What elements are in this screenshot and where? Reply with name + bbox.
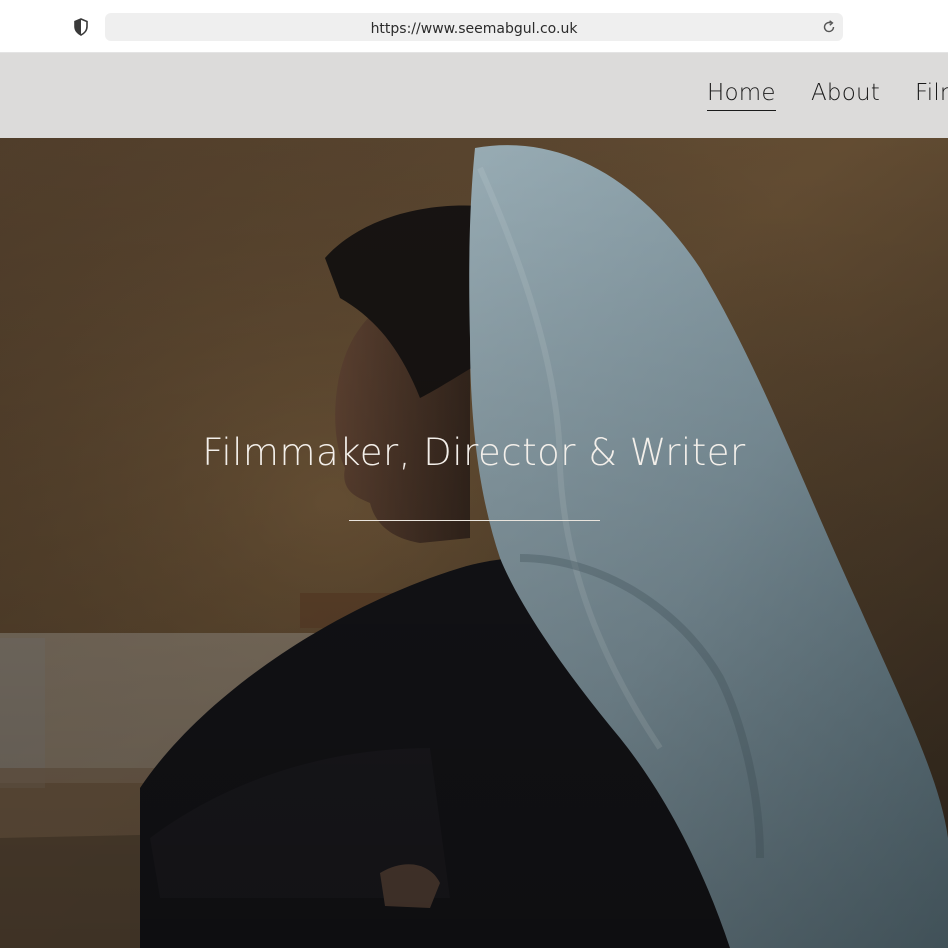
hero-section: Filmmaker, Director & Writer — [0, 138, 948, 948]
reload-icon[interactable] — [821, 19, 837, 35]
hero-divider — [349, 520, 600, 521]
site-header: Home About Films — [0, 53, 948, 138]
nav-about-link[interactable]: About — [811, 80, 880, 106]
hero-image — [0, 138, 948, 948]
hero-title: Filmmaker, Director & Writer — [202, 431, 746, 474]
nav-home-link[interactable]: Home — [707, 80, 776, 111]
address-bar[interactable]: https://www.seemabgul.co.uk — [105, 13, 843, 41]
browser-toolbar: https://www.seemabgul.co.uk — [0, 0, 948, 53]
shield-icon[interactable] — [73, 18, 89, 36]
url-text: https://www.seemabgul.co.uk — [370, 21, 578, 37]
nav-films-link[interactable]: Films — [915, 80, 948, 106]
